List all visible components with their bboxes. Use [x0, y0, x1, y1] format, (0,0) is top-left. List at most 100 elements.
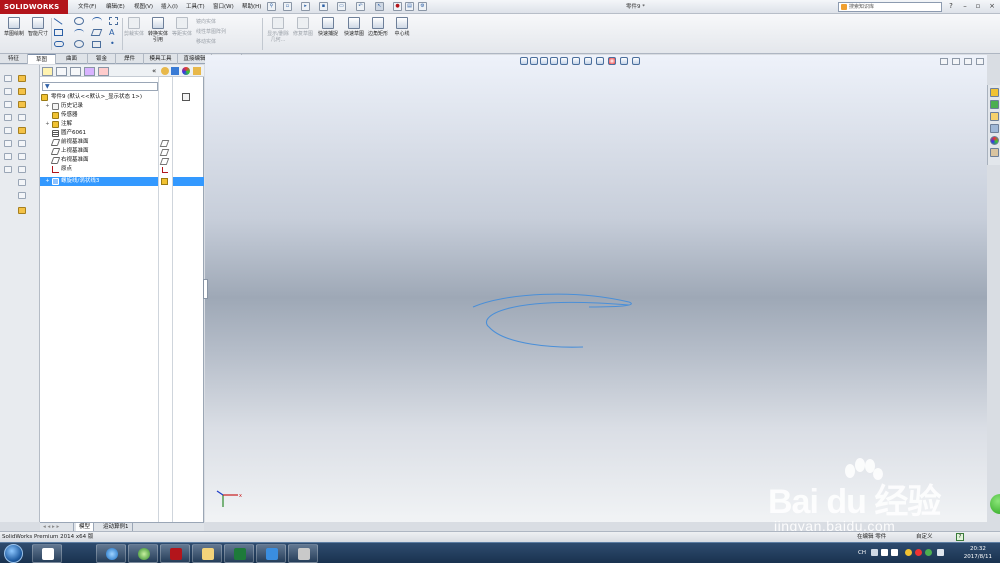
- help-tip-icon[interactable]: ?: [956, 533, 964, 541]
- new-document-icon[interactable]: ▫: [283, 2, 292, 11]
- zoom-to-fit-icon[interactable]: [520, 57, 528, 65]
- tray-app-icon[interactable]: [915, 549, 922, 556]
- point-icon[interactable]: •: [110, 39, 115, 48]
- viewport-minimize-icon[interactable]: [940, 58, 948, 65]
- expand-icon[interactable]: +: [45, 179, 50, 184]
- linear-pattern-button[interactable]: 线性草图阵列: [196, 28, 226, 36]
- tree-item-history[interactable]: + 历史记录: [40, 102, 200, 111]
- restore-button[interactable]: ▫: [973, 2, 983, 11]
- taskbar-app-file[interactable]: [32, 544, 62, 563]
- dynamic-annotation-icon[interactable]: [560, 57, 568, 65]
- tab-features[interactable]: 特征: [0, 54, 28, 64]
- menu-window[interactable]: 窗口(W): [211, 2, 236, 12]
- help-icon[interactable]: ?: [946, 2, 956, 11]
- taskbar-app-cloud[interactable]: [256, 544, 286, 563]
- tree-item-annotations[interactable]: + 注解: [40, 120, 200, 129]
- zoom-area-icon[interactable]: [530, 57, 538, 65]
- tree-item-origin[interactable]: 原点: [40, 165, 200, 174]
- circle-icon[interactable]: [74, 17, 84, 25]
- options-icon[interactable]: ⚙: [418, 2, 427, 11]
- view-settings-icon[interactable]: [632, 57, 640, 65]
- volume-icon[interactable]: [937, 549, 944, 556]
- smart-block-icon[interactable]: [109, 17, 118, 25]
- expand-icon[interactable]: +: [45, 104, 50, 109]
- close-button[interactable]: ×: [987, 2, 997, 11]
- tab-surfaces[interactable]: 曲面: [56, 54, 88, 64]
- display-style-icon[interactable]: [584, 57, 592, 65]
- text-icon[interactable]: A: [109, 28, 114, 37]
- print-icon[interactable]: ▭: [337, 2, 346, 11]
- helix-visibility-icon[interactable]: [161, 178, 168, 185]
- rapid-sketch-button[interactable]: 快速草图: [343, 17, 365, 51]
- taskbar-app-solidworks[interactable]: [160, 544, 190, 563]
- green-circle-icon[interactable]: [990, 494, 1000, 514]
- dimxpert-tab-icon[interactable]: [84, 67, 95, 76]
- view-palette-icon[interactable]: [990, 124, 999, 133]
- strip-tool-icon[interactable]: [18, 179, 26, 186]
- strip-tool-icon[interactable]: [4, 114, 12, 121]
- open-icon[interactable]: ▸: [301, 2, 310, 11]
- strip-tool-icon[interactable]: [18, 140, 26, 147]
- strip-tool-icon[interactable]: [18, 192, 26, 199]
- menu-insert[interactable]: 插入(I): [159, 2, 180, 12]
- strip-tool-icon[interactable]: [18, 153, 26, 160]
- origin-visibility-icon[interactable]: [162, 167, 168, 173]
- line-icon[interactable]: [53, 18, 63, 25]
- edit-appearance-icon[interactable]: [608, 57, 616, 65]
- design-library-icon[interactable]: [990, 100, 999, 109]
- collapse-arrows-icon[interactable]: «: [152, 67, 156, 75]
- strip-tool-icon[interactable]: [18, 114, 26, 121]
- input-language[interactable]: CH: [858, 549, 866, 557]
- rebuild-icon[interactable]: ●: [393, 2, 402, 11]
- arc-icon[interactable]: [74, 29, 84, 36]
- spline-icon[interactable]: [92, 17, 102, 25]
- apply-scene-icon[interactable]: [620, 57, 628, 65]
- select-icon[interactable]: ↖: [375, 2, 384, 11]
- feature-tree-tab-icon[interactable]: [42, 67, 53, 76]
- tree-item-right-plane[interactable]: 右视基准面: [40, 156, 200, 165]
- menu-file[interactable]: 文件(F): [76, 2, 98, 12]
- move-entities-button[interactable]: 移动实体: [196, 38, 216, 46]
- strip-tool-icon[interactable]: [4, 75, 12, 82]
- search-input[interactable]: 搜索知识库: [838, 2, 942, 12]
- property-manager-tab-icon[interactable]: [56, 67, 67, 76]
- units-dropdown[interactable]: 自定义: [916, 532, 933, 542]
- slot-icon[interactable]: [54, 41, 64, 47]
- tab-mold-tools[interactable]: 模具工具: [144, 54, 178, 64]
- lights-icon[interactable]: [193, 67, 201, 75]
- section-view-icon[interactable]: [550, 57, 558, 65]
- tab-sketch[interactable]: 草图: [28, 54, 56, 64]
- strip-dimension-icon[interactable]: [18, 88, 26, 95]
- helix-curve-back[interactable]: [472, 293, 632, 308]
- strip-relation-icon[interactable]: [18, 101, 26, 108]
- scene-icon[interactable]: [171, 67, 179, 75]
- convert-entities-button[interactable]: 转换实体引用: [146, 17, 170, 51]
- viewport-close-icon[interactable]: [976, 58, 984, 65]
- corner-rectangle-button[interactable]: 边角矩形: [367, 17, 389, 51]
- taskbar-app-ie[interactable]: [96, 544, 126, 563]
- display-manager-tab-icon[interactable]: [98, 67, 109, 76]
- strip-smart-icon[interactable]: [18, 207, 26, 214]
- strip-tool-icon[interactable]: [4, 101, 12, 108]
- sketch-draw-button[interactable]: 草图绘制: [3, 17, 25, 51]
- strip-sketch-icon[interactable]: [18, 75, 26, 82]
- tree-item-material[interactable]: 圆产6061: [40, 129, 200, 138]
- menu-view[interactable]: 视图(V): [132, 2, 155, 12]
- taskbar-app-excel[interactable]: [224, 544, 254, 563]
- taskbar-app-tool[interactable]: [288, 544, 318, 563]
- resources-icon[interactable]: [990, 88, 999, 97]
- solidworks-logo[interactable]: SOLIDWORKS: [0, 0, 68, 14]
- tree-root[interactable]: 零件9 (默认<<默认>_显示状态 1>): [40, 93, 200, 102]
- viewport-restore-icon[interactable]: [964, 58, 972, 65]
- trim-entities-button[interactable]: 剪裁实体: [124, 17, 144, 51]
- strip-feature-icon[interactable]: [18, 127, 26, 134]
- file-properties-icon[interactable]: ▤: [405, 2, 414, 11]
- panel-splitter-handle[interactable]: [203, 279, 208, 299]
- menu-tools[interactable]: 工具(T): [184, 2, 207, 12]
- expand-icon[interactable]: +: [45, 122, 50, 127]
- view-orientation-icon[interactable]: [572, 57, 580, 65]
- rectangle-icon[interactable]: [54, 29, 63, 36]
- minimize-button[interactable]: –: [960, 2, 970, 11]
- appearance-icon[interactable]: [161, 67, 169, 75]
- strip-tool-icon[interactable]: [18, 166, 26, 173]
